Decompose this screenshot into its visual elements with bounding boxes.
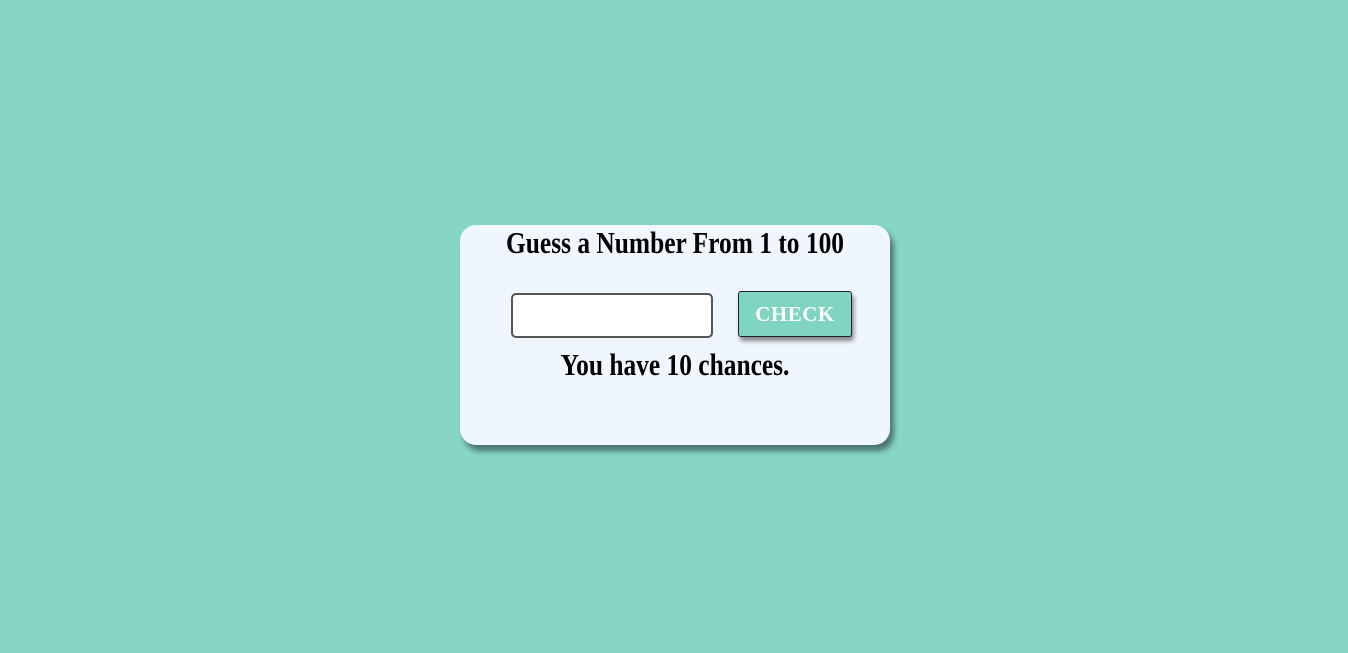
check-button[interactable]: CHECK <box>738 291 852 337</box>
guess-input[interactable] <box>511 293 713 338</box>
chances-status: You have 10 chances. <box>560 347 790 382</box>
game-card: Guess a Number From 1 to 100 CHECK You h… <box>460 225 890 445</box>
game-title: Guess a Number From 1 to 100 <box>506 225 844 260</box>
